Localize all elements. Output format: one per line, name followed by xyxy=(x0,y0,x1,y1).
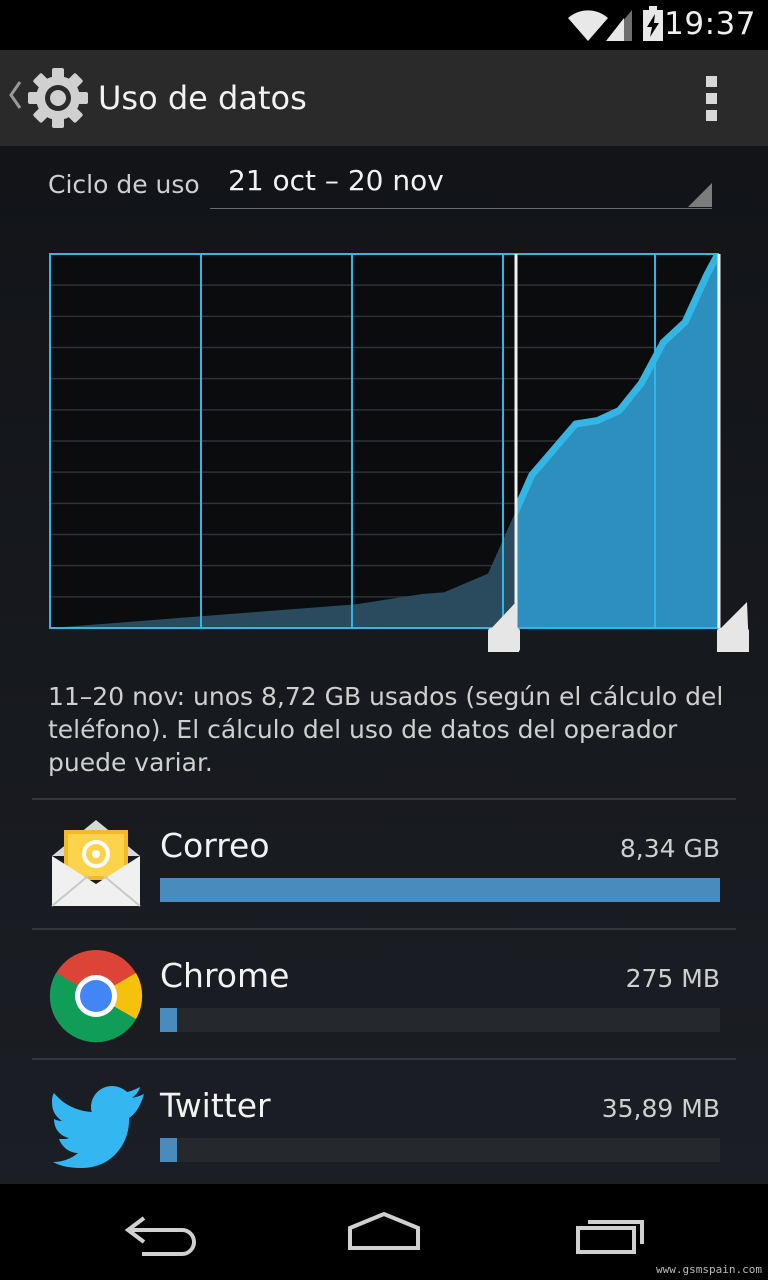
page-title: Uso de datos xyxy=(98,79,307,117)
spinner-arrow-icon xyxy=(688,183,712,207)
app-row-twitter[interactable]: Twitter 35,89 MB xyxy=(0,1060,768,1188)
chrome-app-icon xyxy=(49,950,143,1043)
app-name: Twitter xyxy=(160,1086,271,1125)
app-usage: 8,34 GB xyxy=(619,834,720,863)
app-usage: 275 MB xyxy=(625,964,720,993)
usage-bar-fill xyxy=(160,1138,177,1162)
cycle-spinner[interactable]: 21 oct – 20 nov xyxy=(210,160,712,209)
status-bar: 19:37 xyxy=(0,0,768,50)
usage-summary: 11–20 nov: unos 8,72 GB usados (según el… xyxy=(48,682,724,777)
overflow-menu-icon[interactable] xyxy=(696,74,728,122)
battery-charging-icon xyxy=(643,6,663,41)
data-usage-chart[interactable] xyxy=(0,242,768,662)
signal-icon xyxy=(606,10,632,41)
selection-handle xyxy=(717,628,749,652)
usage-bar xyxy=(160,1138,720,1162)
back-icon[interactable] xyxy=(112,1208,212,1258)
app-usage: 35,89 MB xyxy=(601,1094,720,1123)
home-icon[interactable] xyxy=(334,1208,434,1258)
usage-bar-fill xyxy=(160,1008,177,1032)
email-app-icon xyxy=(51,820,141,907)
usage-bar xyxy=(160,1008,720,1032)
app-row-chrome[interactable]: Chrome 275 MB xyxy=(0,930,768,1058)
settings-gear-icon[interactable] xyxy=(26,66,90,130)
usage-bar xyxy=(160,878,720,902)
usage-bar-fill xyxy=(160,878,720,902)
watermark: www.gsmspain.com xyxy=(656,1263,762,1276)
up-caret-icon[interactable] xyxy=(8,80,22,110)
action-bar: Uso de datos xyxy=(0,50,768,146)
selection-handle xyxy=(488,628,520,652)
cycle-label: Ciclo de uso xyxy=(48,170,200,199)
cycle-value: 21 oct – 20 nov xyxy=(228,164,444,197)
app-name: Correo xyxy=(160,826,270,865)
app-name: Chrome xyxy=(160,956,290,995)
app-row-correo[interactable]: Correo 8,34 GB xyxy=(0,800,768,928)
clock: 19:37 xyxy=(664,6,756,42)
twitter-bird-icon xyxy=(52,1086,144,1168)
content: Ciclo de uso 21 oct – 20 nov 11–20 nov: … xyxy=(0,146,768,1184)
navigation-bar: www.gsmspain.com xyxy=(0,1184,768,1280)
recent-apps-icon[interactable] xyxy=(560,1208,660,1258)
